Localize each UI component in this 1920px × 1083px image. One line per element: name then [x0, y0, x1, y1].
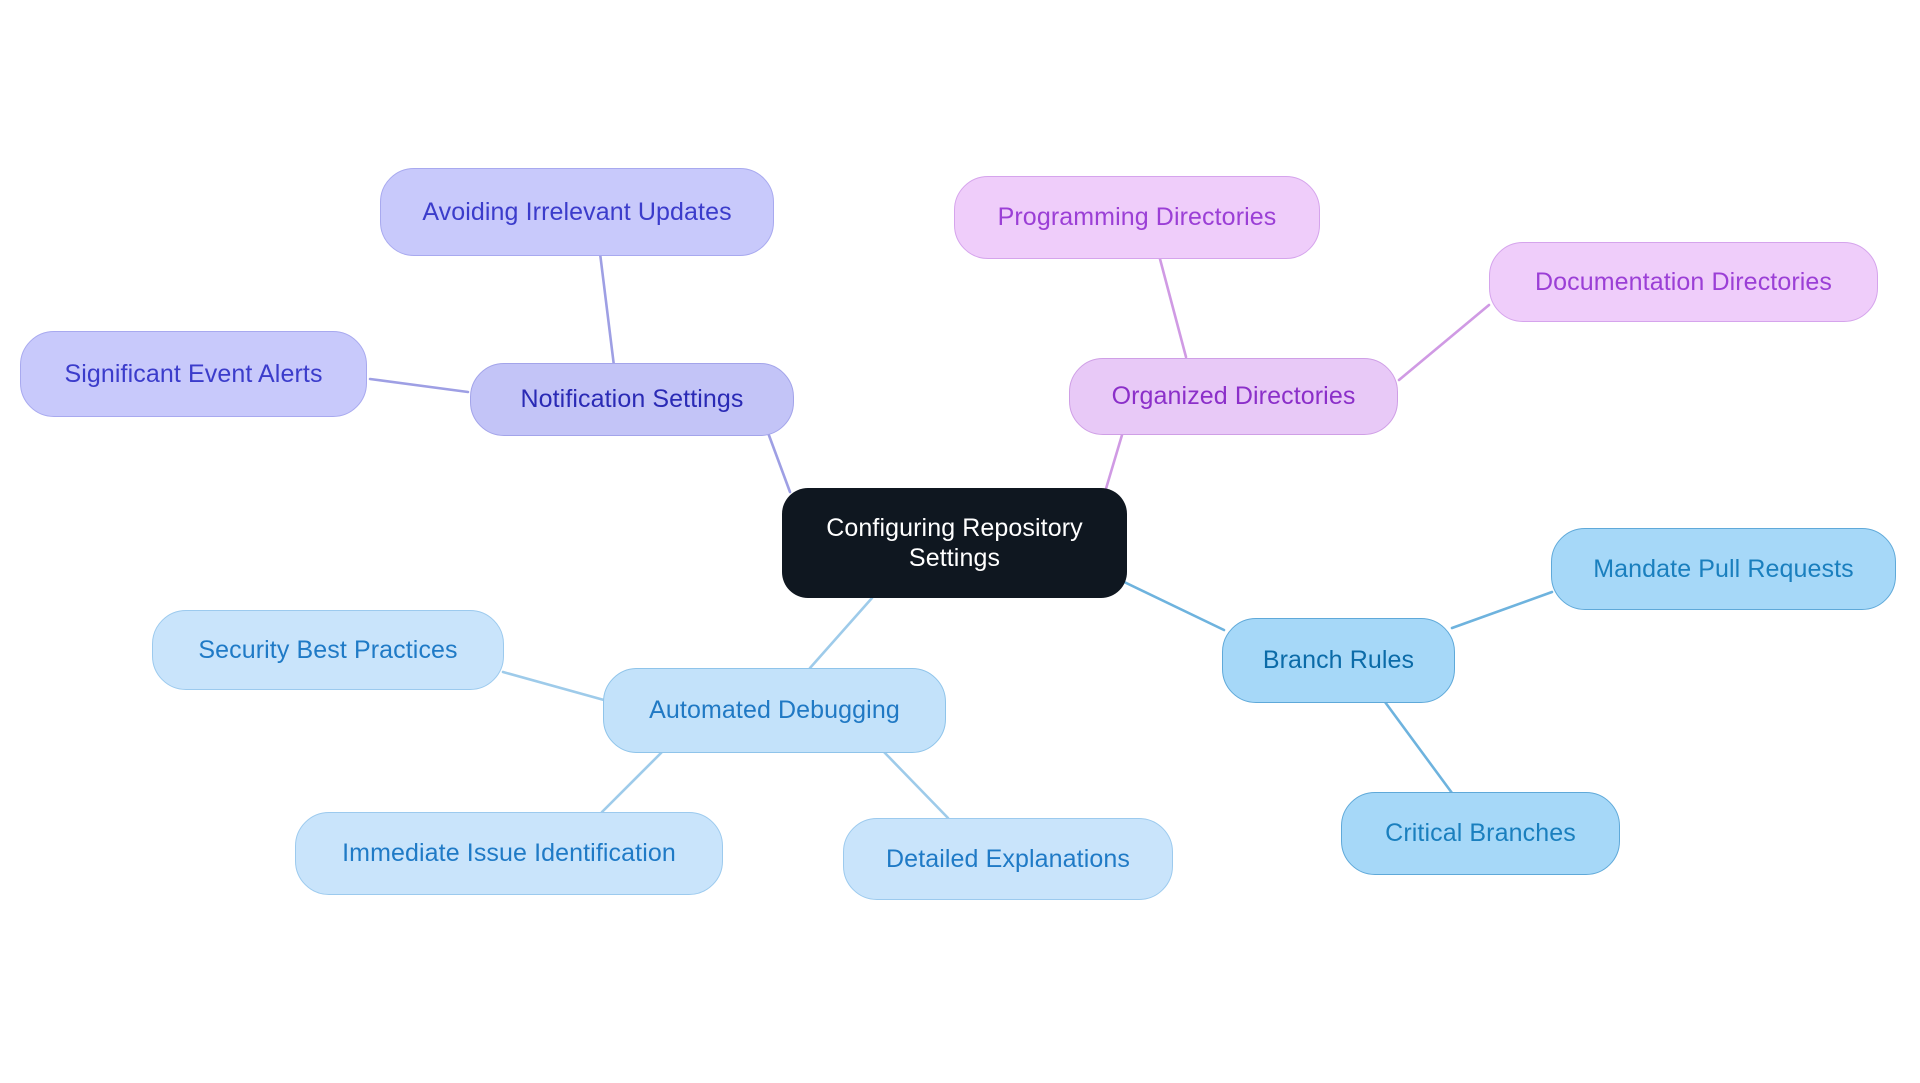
node-documentation-directories[interactable]: Documentation Directories: [1489, 242, 1878, 322]
edge-automated-security: [501, 670, 606, 702]
edge-automated-immediate: [600, 750, 664, 814]
node-avoiding-irrelevant-updates[interactable]: Avoiding Irrelevant Updates: [380, 168, 774, 256]
node-label-avoiding-irrelevant-updates: Avoiding Irrelevant Updates: [422, 197, 732, 226]
node-label-detailed-explanations: Detailed Explanations: [886, 844, 1130, 873]
edge-root-automated: [808, 596, 874, 670]
node-critical-branches[interactable]: Critical Branches: [1341, 792, 1620, 875]
edge-organized-documentation: [1397, 303, 1491, 382]
mindmap-canvas: Configuring Repository Settings Notificat…: [0, 0, 1920, 1083]
edge-automated-detailed: [882, 750, 950, 820]
node-programming-directories[interactable]: Programming Directories: [954, 176, 1320, 259]
node-label-immediate-issue-identification: Immediate Issue Identification: [342, 839, 676, 868]
node-label-significant-event-alerts: Significant Event Alerts: [64, 359, 323, 388]
node-significant-event-alerts[interactable]: Significant Event Alerts: [20, 331, 367, 417]
edge-branch-critical: [1383, 700, 1454, 795]
node-label-root: Configuring Repository Settings: [826, 513, 1083, 573]
node-notification-settings[interactable]: Notification Settings: [470, 363, 794, 436]
node-label-notification-settings: Notification Settings: [520, 385, 744, 414]
node-automated-debugging[interactable]: Automated Debugging: [603, 668, 946, 753]
edge-notification-avoiding: [598, 251, 616, 368]
node-root[interactable]: Configuring Repository Settings: [782, 488, 1127, 598]
node-label-critical-branches: Critical Branches: [1385, 819, 1576, 848]
node-label-branch-rules: Branch Rules: [1262, 646, 1415, 675]
edge-branch-mandate: [1450, 590, 1554, 630]
node-immediate-issue-identification[interactable]: Immediate Issue Identification: [295, 812, 723, 895]
node-mandate-pull-requests[interactable]: Mandate Pull Requests: [1551, 528, 1896, 610]
node-label-organized-directories: Organized Directories: [1111, 382, 1356, 411]
node-detailed-explanations[interactable]: Detailed Explanations: [843, 818, 1173, 900]
node-label-mandate-pull-requests: Mandate Pull Requests: [1593, 554, 1854, 583]
node-label-documentation-directories: Documentation Directories: [1534, 267, 1833, 296]
node-label-programming-directories: Programming Directories: [997, 203, 1277, 232]
node-label-automated-debugging: Automated Debugging: [649, 696, 900, 725]
edge-root-branch: [1118, 578, 1226, 632]
edge-root-organized: [1103, 433, 1124, 494]
node-label-security-best-practices: Security Best Practices: [198, 635, 458, 664]
edge-root-notification: [765, 428, 792, 494]
node-organized-directories[interactable]: Organized Directories: [1069, 358, 1398, 435]
edge-notification-significant: [368, 377, 470, 394]
node-branch-rules[interactable]: Branch Rules: [1222, 618, 1455, 703]
node-security-best-practices[interactable]: Security Best Practices: [152, 610, 504, 690]
edge-organized-programming: [1158, 257, 1188, 359]
